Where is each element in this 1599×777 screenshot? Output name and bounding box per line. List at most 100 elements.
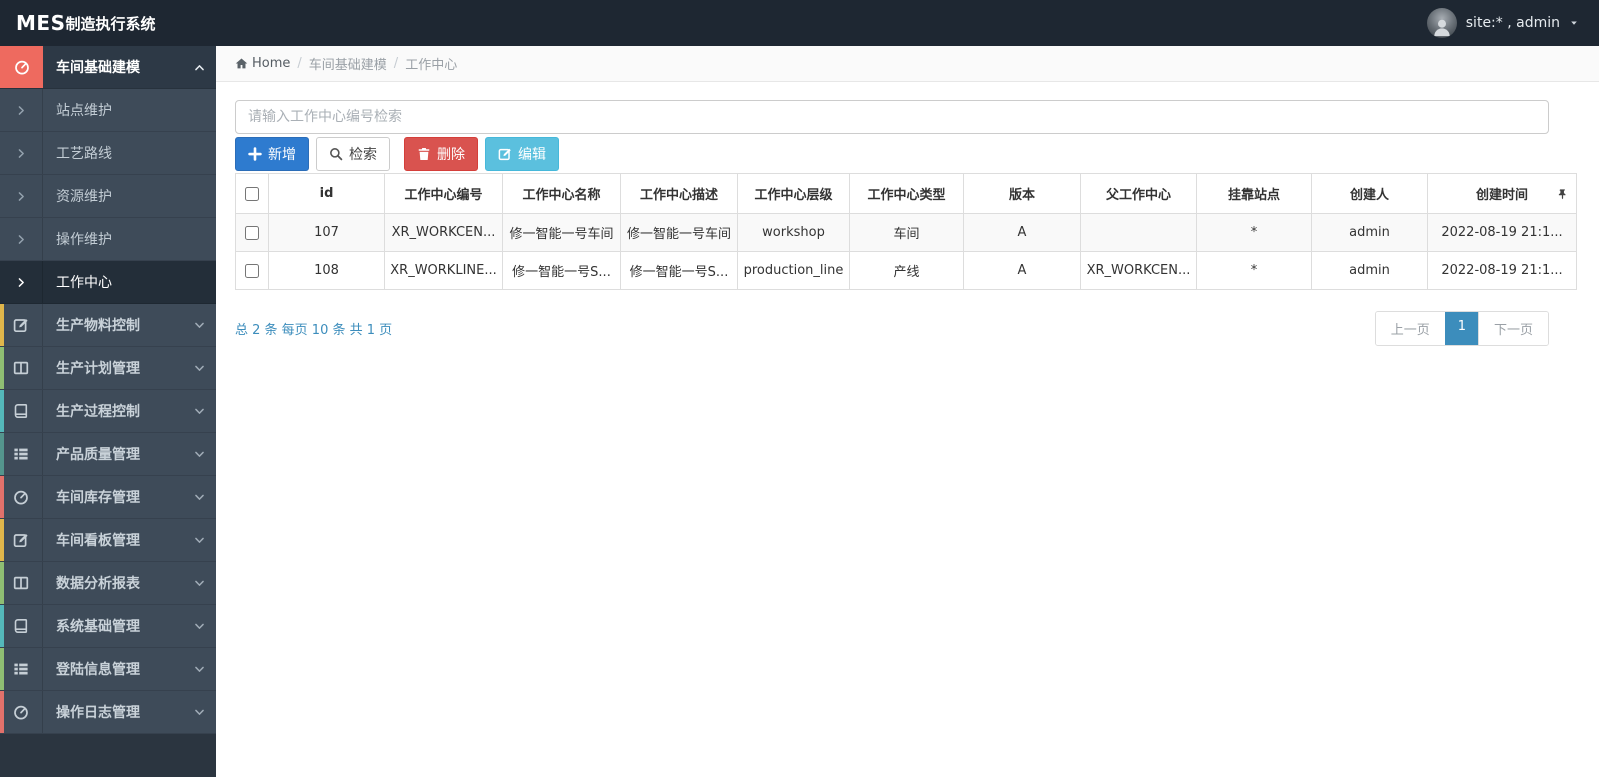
row-checkbox[interactable]	[245, 225, 259, 240]
sidebar-group-kanban-management[interactable]: 车间看板管理	[0, 519, 216, 562]
sidebar-group-process-control[interactable]: 生产过程控制	[0, 390, 216, 433]
cell-description: 修一智能一号S...	[620, 251, 738, 290]
breadcrumb-level1[interactable]: 车间基础建模	[309, 54, 387, 73]
sidebar-item-process-route[interactable]: 工艺路线	[0, 132, 216, 175]
sidebar-group-workshop-modeling[interactable]: 车间基础建模	[0, 46, 216, 89]
search-input[interactable]	[235, 100, 1549, 134]
person-icon	[1431, 16, 1453, 38]
sidebar-group-label: 登陆信息管理	[56, 662, 140, 678]
sidebar-group-label: 操作日志管理	[56, 705, 140, 721]
user-menu[interactable]: site:* , admin	[1426, 0, 1599, 46]
chevron-up-icon	[182, 62, 216, 73]
sidebar-group-quality-management[interactable]: 产品质量管理	[0, 433, 216, 476]
col-header-id: id	[268, 173, 385, 214]
sidebar-item-label: 操作维护	[56, 232, 112, 248]
magnifier-icon	[329, 147, 343, 161]
sidebar-group-data-analysis[interactable]: 数据分析报表	[0, 562, 216, 605]
delete-button[interactable]: 删除	[404, 137, 478, 171]
cell-version: A	[963, 213, 1081, 252]
next-page-button[interactable]: 下一页	[1477, 312, 1548, 345]
table-row[interactable]: 107 XR_WORKCEN... 修一智能一号车间 修一智能一号车间 work…	[235, 213, 1577, 252]
sidebar-group-label: 数据分析报表	[56, 576, 140, 592]
sidebar-group-label: 生产计划管理	[56, 361, 140, 377]
chevron-down-icon	[182, 578, 216, 589]
app-logo[interactable]: MES 制造执行系统	[0, 0, 216, 46]
col-header-creator: 创建人	[1311, 173, 1428, 214]
col-header-description: 工作中心描述	[620, 173, 738, 214]
plus-icon	[248, 147, 262, 161]
col-header-type: 工作中心类型	[849, 173, 964, 214]
book-icon	[0, 605, 43, 647]
sidebar-item-operation-maintenance[interactable]: 操作维护	[0, 218, 216, 261]
th-list-icon	[0, 433, 43, 475]
sidebar-item-label: 工艺路线	[56, 146, 112, 162]
cell-code: XR_WORKCEN...	[384, 213, 503, 252]
col-header-created-time: 创建时间	[1427, 173, 1577, 214]
sidebar-group-plan-management[interactable]: 生产计划管理	[0, 347, 216, 390]
search-button-label: 检索	[349, 147, 377, 163]
pin-icon[interactable]	[1557, 188, 1568, 200]
edit-button[interactable]: 编辑	[485, 137, 559, 171]
th-list-icon	[0, 648, 43, 690]
sidebar-item-site-maintenance[interactable]: 站点维护	[0, 89, 216, 132]
sidebar-group-material-control[interactable]: 生产物料控制	[0, 304, 216, 347]
breadcrumb-home[interactable]: Home	[235, 56, 290, 71]
book-icon	[0, 390, 43, 432]
toolbar: 新增 检索 删除 编辑	[235, 137, 1577, 171]
cell-parent: XR_WORKCEN...	[1080, 251, 1197, 290]
page-body: 新增 检索 删除 编辑	[216, 82, 1599, 346]
sidebar-group-system-management[interactable]: 系统基础管理	[0, 605, 216, 648]
gauge-icon	[0, 691, 43, 733]
cell-code: XR_WORKLINE...	[384, 251, 503, 290]
gauge-icon	[0, 46, 43, 88]
search-button[interactable]: 检索	[316, 137, 390, 171]
chevron-right-icon	[0, 132, 43, 174]
col-header-level: 工作中心层级	[737, 173, 850, 214]
breadcrumb-current: 工作中心	[405, 58, 458, 73]
table-row[interactable]: 108 XR_WORKLINE... 修一智能一号S... 修一智能一号S...…	[235, 251, 1577, 290]
chevron-right-icon	[0, 261, 43, 303]
chevron-down-icon	[182, 535, 216, 546]
record-summary: 总 2 条 每页 10 条 共 1 页	[235, 323, 393, 338]
add-button[interactable]: 新增	[235, 137, 309, 171]
home-icon	[235, 57, 248, 70]
cell-parent	[1080, 213, 1197, 252]
chevron-down-icon	[182, 406, 216, 417]
chevron-down-icon	[182, 320, 216, 331]
sidebar-group-label: 产品质量管理	[56, 447, 140, 463]
sidebar-group-label: 车间看板管理	[56, 533, 140, 549]
cell-station: *	[1196, 213, 1312, 252]
main-content: Home / 车间基础建模 / 工作中心 新增 检索 删除	[216, 46, 1599, 777]
prev-page-button[interactable]: 上一页	[1375, 312, 1445, 345]
user-label: site:* , admin	[1465, 15, 1560, 31]
cell-description: 修一智能一号车间	[620, 213, 738, 252]
chevron-down-icon	[182, 707, 216, 718]
sidebar-group-inventory-management[interactable]: 车间库存管理	[0, 476, 216, 519]
page-1-button[interactable]: 1	[1444, 312, 1478, 345]
cell-level: workshop	[737, 213, 850, 252]
cell-id: 108	[268, 251, 385, 290]
avatar	[1426, 8, 1457, 38]
delete-button-label: 删除	[437, 147, 465, 163]
row-checkbox[interactable]	[245, 263, 259, 278]
table-header-row: id 工作中心编号 工作中心名称 工作中心描述 工作中心层级 工作中心类型 版本…	[235, 173, 1577, 214]
col-header-version: 版本	[963, 173, 1081, 214]
select-all-checkbox[interactable]	[245, 186, 259, 201]
select-all-cell	[235, 173, 269, 214]
col-header-parent: 父工作中心	[1080, 173, 1197, 214]
chevron-right-icon	[0, 175, 43, 217]
sidebar-item-work-center[interactable]: 工作中心	[0, 261, 216, 304]
trash-icon	[417, 147, 431, 161]
columns-icon	[0, 347, 43, 389]
sidebar-item-resource-maintenance[interactable]: 资源维护	[0, 175, 216, 218]
list-footer: 总 2 条 每页 10 条 共 1 页 上一页 1 下一页	[235, 311, 1549, 346]
sidebar-group-operation-log[interactable]: 操作日志管理	[0, 691, 216, 734]
sidebar-group-label: 车间库存管理	[56, 490, 140, 506]
sidebar-group-login-info[interactable]: 登陆信息管理	[0, 648, 216, 691]
pencil-square-icon	[0, 304, 43, 346]
cell-type: 产线	[849, 251, 964, 290]
sidebar: 车间基础建模 站点维护 工艺路线 资源维护 操作维护 工作中心 生产物料控制 生…	[0, 46, 216, 777]
edit-button-label: 编辑	[518, 147, 546, 163]
chevron-down-icon	[182, 621, 216, 632]
